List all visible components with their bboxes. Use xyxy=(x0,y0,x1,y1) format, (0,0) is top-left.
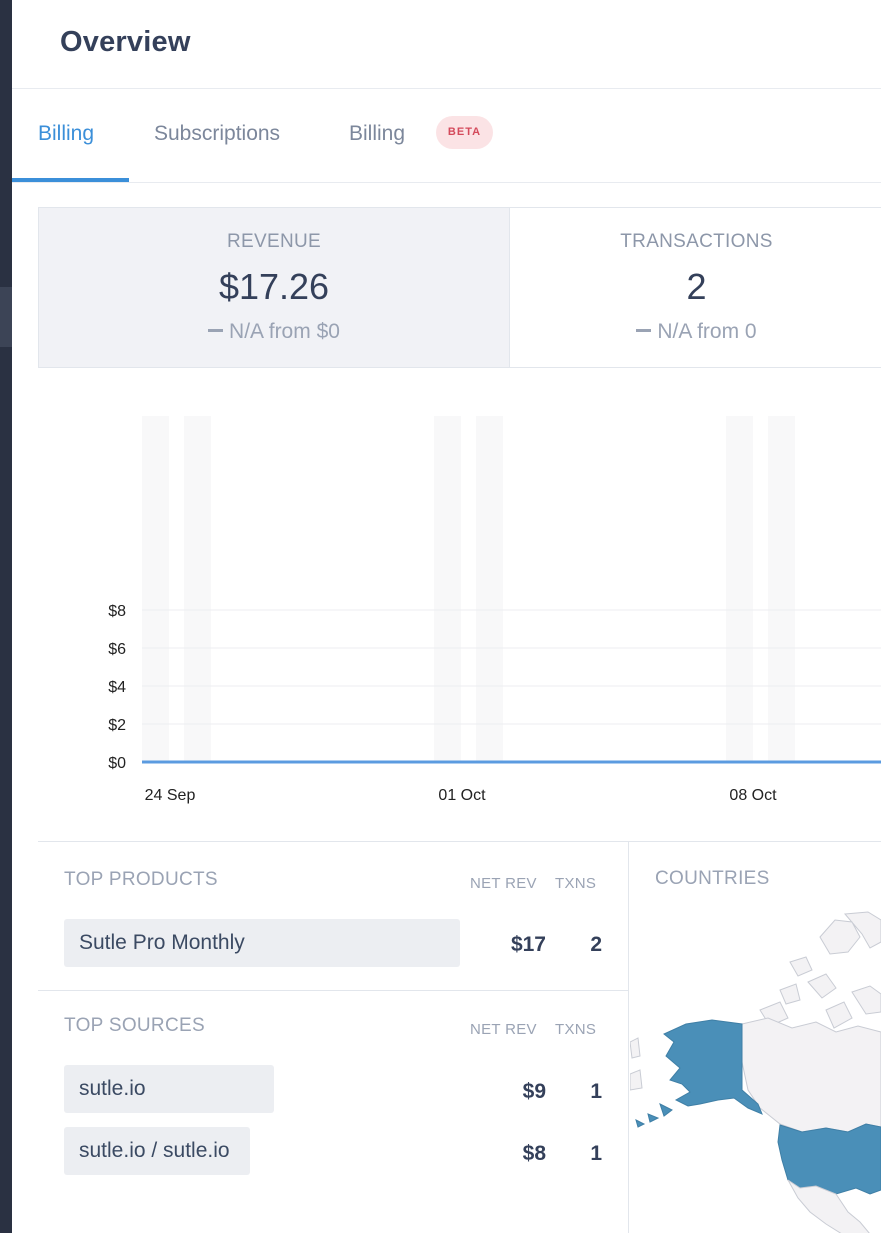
tab-billing[interactable]: Billing xyxy=(38,89,94,183)
revenue-change: N/A from $0 xyxy=(39,320,509,344)
beta-badge: BETA xyxy=(436,116,493,149)
stats-summary: REVENUE $17.26 N/A from $0 TRANSACTIONS … xyxy=(38,207,881,368)
revenue-stat[interactable]: REVENUE $17.26 N/A from $0 xyxy=(39,208,510,367)
active-tab-indicator xyxy=(12,178,129,182)
countries-map[interactable] xyxy=(630,842,881,1233)
top-products-title: TOP PRODUCTS xyxy=(64,869,218,890)
section-divider xyxy=(38,990,629,991)
top-sources-title: TOP SOURCES xyxy=(64,1015,205,1036)
product-net-rev: $17 xyxy=(510,933,546,956)
products-sources-panel: TOP PRODUCTS NET REV TXNS Sutle Pro Mont… xyxy=(38,842,629,1233)
tab-billing-beta[interactable]: Billing xyxy=(349,89,405,183)
y-tick-label: $2 xyxy=(108,717,126,734)
app-sidebar-edge xyxy=(0,0,12,1233)
breakdown-section: TOP PRODUCTS NET REV TXNS Sutle Pro Mont… xyxy=(38,841,881,1233)
weekend-band xyxy=(184,416,211,762)
weekend-band xyxy=(476,416,503,762)
transactions-value: 2 xyxy=(686,266,707,307)
source-net-rev: $9 xyxy=(522,1080,546,1103)
countries-panel: COUNTRIES xyxy=(630,842,881,1233)
map-alaska-islands xyxy=(635,1103,673,1128)
sources-txns-header: TXNS xyxy=(555,1021,597,1038)
revenue-change-text: N/A from $0 xyxy=(229,320,340,343)
y-tick-label: $8 xyxy=(108,603,126,620)
source-row-sutle-io[interactable]: sutle.io xyxy=(64,1065,274,1113)
x-tick-label: 24 Sep xyxy=(145,787,196,804)
source-row-sutle-io-sutle-io[interactable]: sutle.io / sutle.io xyxy=(64,1127,250,1175)
dash-icon xyxy=(636,328,652,332)
revenue-value: $17.26 xyxy=(218,266,330,307)
revenue-label: REVENUE xyxy=(227,231,321,252)
page-header: Overview xyxy=(12,0,881,89)
y-tick-label: $0 xyxy=(108,755,126,772)
map-arctic-islands xyxy=(759,911,881,1029)
weekend-band xyxy=(142,416,169,762)
products-txns-header: TXNS xyxy=(555,875,597,892)
y-tick-label: $6 xyxy=(108,641,126,658)
main-content: Overview Billing Subscriptions Billing B… xyxy=(12,0,881,1233)
tab-subscriptions[interactable]: Subscriptions xyxy=(154,89,280,183)
weekend-band xyxy=(434,416,461,762)
source-txns: 1 xyxy=(590,1142,602,1165)
transactions-change-text: N/A from 0 xyxy=(657,320,757,343)
transactions-change: N/A from 0 xyxy=(511,320,881,344)
weekend-band xyxy=(726,416,753,762)
sources-net-rev-header: NET REV xyxy=(470,1021,537,1038)
source-txns: 1 xyxy=(590,1080,602,1103)
source-net-rev: $8 xyxy=(522,1142,546,1165)
product-row-sutle-pro-monthly[interactable]: Sutle Pro Monthly xyxy=(64,919,460,967)
transactions-label: TRANSACTIONS xyxy=(620,231,773,252)
revenue-chart-svg: $0 $2 $4 $6 $8 24 Sep 01 Oct 08 Oct xyxy=(108,416,881,804)
y-tick-label: $4 xyxy=(108,679,126,696)
x-tick-label: 08 Oct xyxy=(729,787,777,804)
products-net-rev-header: NET REV xyxy=(470,875,537,892)
page-title: Overview xyxy=(60,26,191,58)
product-txns: 2 xyxy=(590,933,602,956)
revenue-chart: $0 $2 $4 $6 $8 24 Sep 01 Oct 08 Oct xyxy=(12,400,881,820)
sidebar-active-marker xyxy=(0,287,12,347)
transactions-stat[interactable]: TRANSACTIONS 2 N/A from 0 xyxy=(511,208,881,367)
weekend-band xyxy=(768,416,795,762)
x-tick-label: 01 Oct xyxy=(438,787,486,804)
map-coast-islands xyxy=(630,1037,643,1091)
dash-icon xyxy=(208,328,224,332)
